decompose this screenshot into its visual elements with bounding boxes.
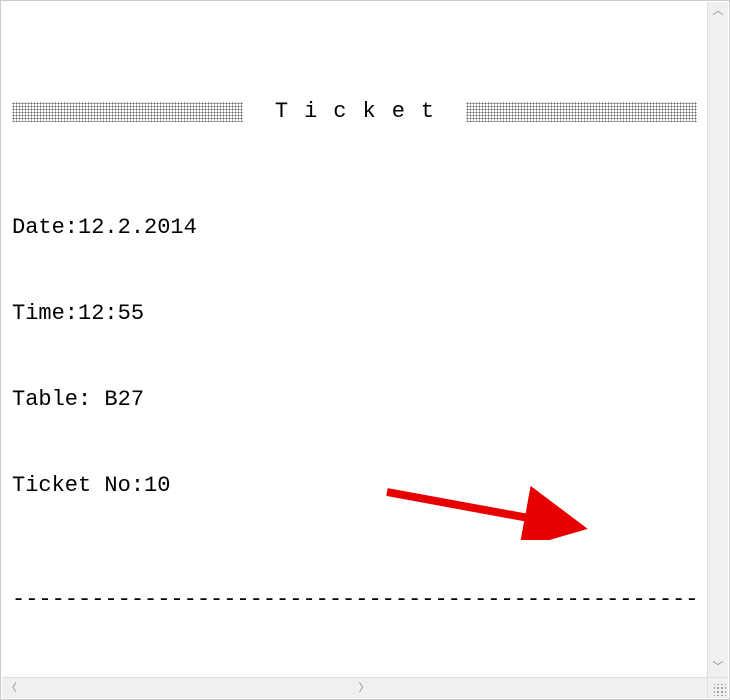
- scroll-down-icon[interactable]: ﹀: [708, 658, 728, 677]
- date-value: 12.2.2014: [78, 215, 197, 240]
- meta-time: Time:12:55: [12, 300, 697, 329]
- ticketno-value: 10: [144, 473, 170, 498]
- scroll-left-icon[interactable]: 〈: [2, 678, 355, 698]
- scroll-right-icon[interactable]: 〉: [355, 678, 708, 698]
- ticket-title: Ticket: [255, 98, 454, 127]
- receipt-content: Ticket Date:12.2.2014 Time:12:55 Table: …: [2, 2, 707, 677]
- scroll-up-icon[interactable]: ︿: [708, 2, 728, 21]
- vertical-scrollbar[interactable]: ︿ ﹀: [707, 2, 728, 677]
- resize-grip-icon[interactable]: [707, 677, 728, 698]
- divider-dash: ----------------------------------------…: [12, 586, 697, 615]
- table-value: B27: [91, 387, 144, 412]
- meta-table: Table: B27: [12, 386, 697, 415]
- date-label: Date:: [12, 215, 78, 240]
- window-frame: Ticket Date:12.2.2014 Time:12:55 Table: …: [0, 0, 730, 700]
- ticketno-label: Ticket No:: [12, 473, 144, 498]
- time-label: Time:: [12, 301, 78, 326]
- header-stipple-left: [12, 102, 243, 122]
- time-value: 12:55: [78, 301, 144, 326]
- ticket-header: Ticket: [12, 98, 697, 127]
- horizontal-scrollbar[interactable]: 〈 〉: [2, 677, 707, 698]
- header-stipple-right: [466, 102, 697, 122]
- table-label: Table:: [12, 387, 91, 412]
- meta-ticketno: Ticket No:10: [12, 472, 697, 501]
- meta-date: Date:12.2.2014: [12, 214, 697, 243]
